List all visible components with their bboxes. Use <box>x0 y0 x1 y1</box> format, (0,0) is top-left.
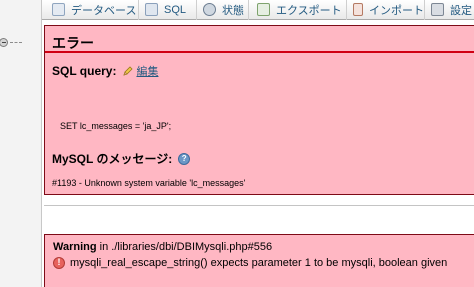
tab-label: SQL <box>164 3 187 16</box>
error-title: エラー <box>52 35 94 51</box>
collapse-navigation-control[interactable] <box>0 37 25 47</box>
top-menubar: データベース SQL 状態 エクスポート インポート 設定 <box>42 0 474 20</box>
tab-label: エクスポート <box>276 4 342 17</box>
export-icon <box>257 3 270 16</box>
tab-settings[interactable]: 設定 <box>424 0 474 20</box>
tab-sql[interactable]: SQL <box>138 0 196 20</box>
warning-location: in ./libraries/dbi/DBIMysqli.php#556 <box>96 241 273 253</box>
edit-link-label: 編集 <box>136 66 159 78</box>
mysql-message-label: MySQL のメッセージ: <box>52 152 173 166</box>
edit-query-link[interactable]: 編集 <box>122 63 158 79</box>
tab-label: インポート <box>369 4 424 17</box>
tab-export[interactable]: エクスポート <box>248 0 346 20</box>
tab-databases[interactable]: データベース <box>46 0 138 20</box>
sql-query-row: SQL query: 編集 <box>52 63 158 79</box>
sql-query-text: SET lc_messages = 'ja_JP'; <box>60 121 172 131</box>
sql-icon <box>145 3 158 16</box>
error-message: #1193 - Unknown system variable 'lc_mess… <box>52 178 246 188</box>
status-icon <box>203 3 216 16</box>
warning-box: Warning in ./libraries/dbi/DBIMysqli.php… <box>44 234 474 287</box>
settings-icon <box>431 3 444 16</box>
import-icon <box>353 3 363 16</box>
warning-icon <box>53 257 65 269</box>
phpmyadmin-page: データベース SQL 状態 エクスポート インポート 設定 エラー SQL qu… <box>0 0 474 287</box>
tab-status[interactable]: 状態 <box>196 0 248 20</box>
error-divider <box>45 51 474 53</box>
mysql-message-row: MySQL のメッセージ: ? <box>52 150 191 167</box>
separator-line <box>44 205 474 206</box>
tab-label: データベース <box>71 4 137 17</box>
warning-message: mysqli_real_escape_string() expects para… <box>70 257 448 269</box>
tab-label: 設定 <box>450 4 472 17</box>
warning-message-row: mysqli_real_escape_string() expects para… <box>53 257 447 269</box>
sql-query-label: SQL query: <box>52 64 117 78</box>
help-icon[interactable]: ? <box>178 152 191 165</box>
tab-import[interactable]: インポート <box>346 0 424 20</box>
database-icon <box>52 3 65 16</box>
collapse-icon[interactable] <box>0 37 8 47</box>
pencil-icon <box>123 66 134 76</box>
warning-label: Warning <box>53 241 97 253</box>
warning-title: Warning in ./libraries/dbi/DBIMysqli.php… <box>53 241 272 253</box>
tab-label: 状態 <box>222 4 244 17</box>
navigation-panel <box>0 0 42 287</box>
error-box: エラー SQL query: 編集 SET lc_messages = 'ja_… <box>44 25 474 195</box>
tree-connector <box>10 41 22 43</box>
